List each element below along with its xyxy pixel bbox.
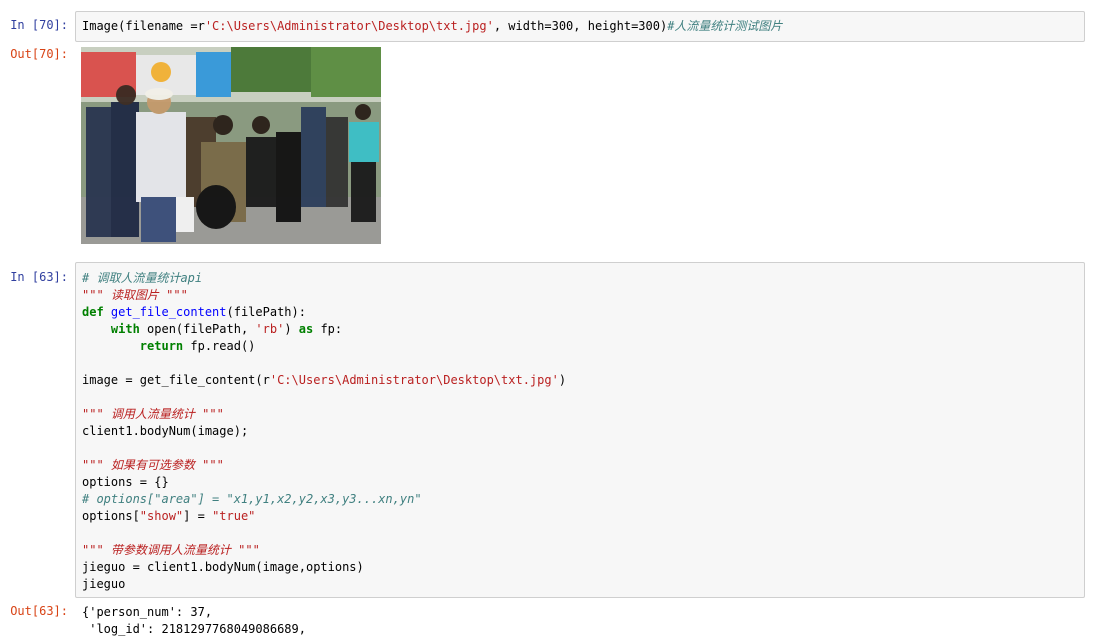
code-line: """ 调用人流量统计 """	[82, 406, 1078, 423]
code-token: # options["area"] = "x1,y1,x2,y2,x3,y3..…	[82, 492, 422, 506]
code-line: def get_file_content(filePath):	[82, 304, 1078, 321]
code-token: jieguo = client1.bodyNum(image,options)	[82, 560, 364, 574]
code-token: fp.read()	[183, 339, 256, 353]
code-line: image = get_file_content(r'C:\Users\Admi…	[82, 372, 1078, 389]
code-token: image = get_file_content(r	[82, 373, 270, 387]
crowd-photo	[81, 47, 381, 244]
code-line: """ 如果有可选参数 """	[82, 457, 1078, 474]
code-token: "true"	[212, 509, 256, 523]
cell70-input-area[interactable]: Image(filename =r'C:\Users\Administrator…	[75, 11, 1085, 42]
code-line: Image(filename =r'C:\Users\Administrator…	[82, 18, 1078, 35]
code-token: as	[298, 322, 314, 336]
code-line: options["show"] = "true"	[82, 508, 1078, 525]
code-line: # options["area"] = "x1,y1,x2,y2,x3,y3..…	[82, 491, 1078, 508]
code-token: options = {}	[82, 475, 169, 489]
cell70-in-prompt: In [70]:	[10, 18, 68, 32]
code-token: ] =	[183, 509, 213, 523]
cell70-out-prompt: Out[70]:	[10, 47, 68, 61]
code-token: """ 带参数调用人流量统计 """	[82, 543, 260, 557]
code-token: client1.bodyNum(image);	[82, 424, 249, 438]
cell63-code[interactable]: # 调取人流量统计api """ 读取图片 """ def get_file_con…	[76, 270, 1084, 593]
code-token: """ 如果有可选参数 """	[82, 458, 224, 472]
code-token: # 调取人流量统计api	[82, 271, 203, 285]
code-line: client1.bodyNum(image);	[82, 423, 1078, 440]
code-token: get_file_content	[110, 305, 227, 319]
code-line: """ 带参数调用人流量统计 """	[82, 542, 1078, 559]
code-token: )	[284, 322, 299, 336]
code-token: Image(filename =r	[82, 19, 205, 33]
code-line: with open(filePath, 'rb') as fp:	[82, 321, 1078, 338]
cell63-input-area[interactable]: # 调取人流量统计api """ 读取图片 """ def get_file_con…	[75, 262, 1085, 598]
code-token: open(filePath,	[147, 322, 256, 336]
code-token: return	[139, 339, 184, 353]
code-token: 'C:\Users\Administrator\Desktop\txt.jpg'	[204, 19, 494, 33]
code-token: jieguo	[82, 577, 126, 591]
code-token: )	[558, 373, 567, 387]
code-token: """ 调用人流量统计 """	[82, 407, 224, 421]
code-line: jieguo	[82, 576, 1078, 593]
cell63-in-prompt: In [63]:	[10, 270, 68, 284]
code-token: 'rb'	[255, 322, 285, 336]
code-line: # 调取人流量统计api	[82, 270, 1078, 287]
output-line: 'log_id': 2181297768049086689,	[82, 622, 306, 636]
crowd-photo-illustration	[81, 47, 381, 244]
code-line: jieguo = client1.bodyNum(image,options)	[82, 559, 1078, 576]
code-token: , width=300, height=300)	[493, 19, 668, 33]
code-token: "show"	[139, 509, 184, 523]
output-line: {'person_num': 37,	[82, 605, 213, 619]
code-token: (filePath):	[226, 305, 306, 319]
code-token: 'C:\Users\Administrator\Desktop\txt.jpg'	[269, 373, 559, 387]
code-line: options = {}	[82, 474, 1078, 491]
cell63-output: {'person_num': 37, 'log_id': 21812977680…	[82, 604, 306, 638]
code-token: """ 读取图片 """	[82, 288, 188, 302]
code-token: def	[82, 305, 111, 319]
code-line: return fp.read()	[82, 338, 1078, 355]
code-line: """ 读取图片 """	[82, 287, 1078, 304]
cell70-code[interactable]: Image(filename =r'C:\Users\Administrator…	[76, 18, 1084, 35]
cell63-out-prompt: Out[63]:	[10, 604, 68, 618]
code-token: #人流量统计测试图片	[667, 19, 783, 33]
code-token: fp:	[313, 322, 343, 336]
code-token: with	[110, 322, 148, 336]
code-token: options[	[82, 509, 140, 523]
